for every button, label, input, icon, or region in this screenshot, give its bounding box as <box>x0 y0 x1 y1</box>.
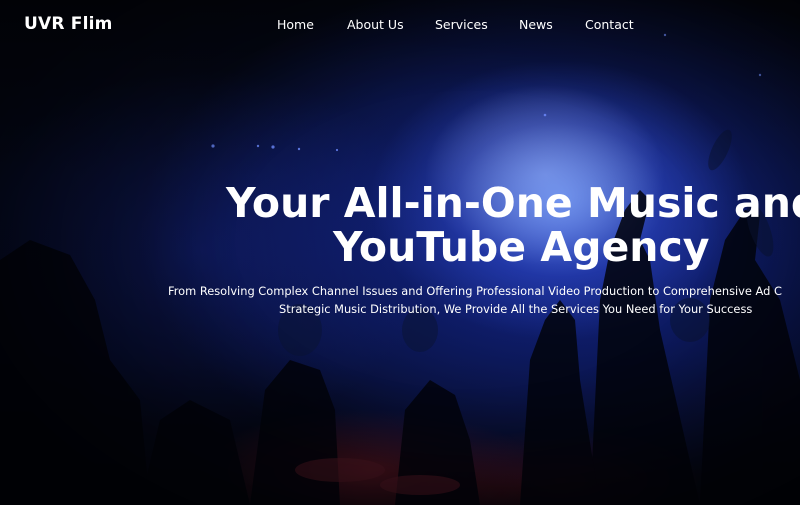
nav-link-news[interactable]: News <box>519 17 553 32</box>
hero-subtitle-line2: Strategic Music Distribution, We Provide… <box>279 302 753 316</box>
hero-headline-line2: YouTube Agency <box>333 223 710 271</box>
page: UVR Flim Home About Us Services News Con… <box>0 0 800 505</box>
hero-headline: Your All-in-One Music and YouTube Agency <box>0 178 800 278</box>
nav-link-home[interactable]: Home <box>277 17 314 32</box>
hero-headline-line1: Your All-in-One Music and <box>226 179 800 227</box>
nav-link-contact[interactable]: Contact <box>585 17 634 32</box>
hero-subtitle-line1: From Resolving Complex Channel Issues an… <box>168 284 782 298</box>
nav-link-about-us[interactable]: About Us <box>347 17 404 32</box>
nav-link-services[interactable]: Services <box>435 17 488 32</box>
top-navbar: UVR Flim Home About Us Services News Con… <box>0 0 800 50</box>
site-logo[interactable]: UVR Flim <box>24 14 113 34</box>
